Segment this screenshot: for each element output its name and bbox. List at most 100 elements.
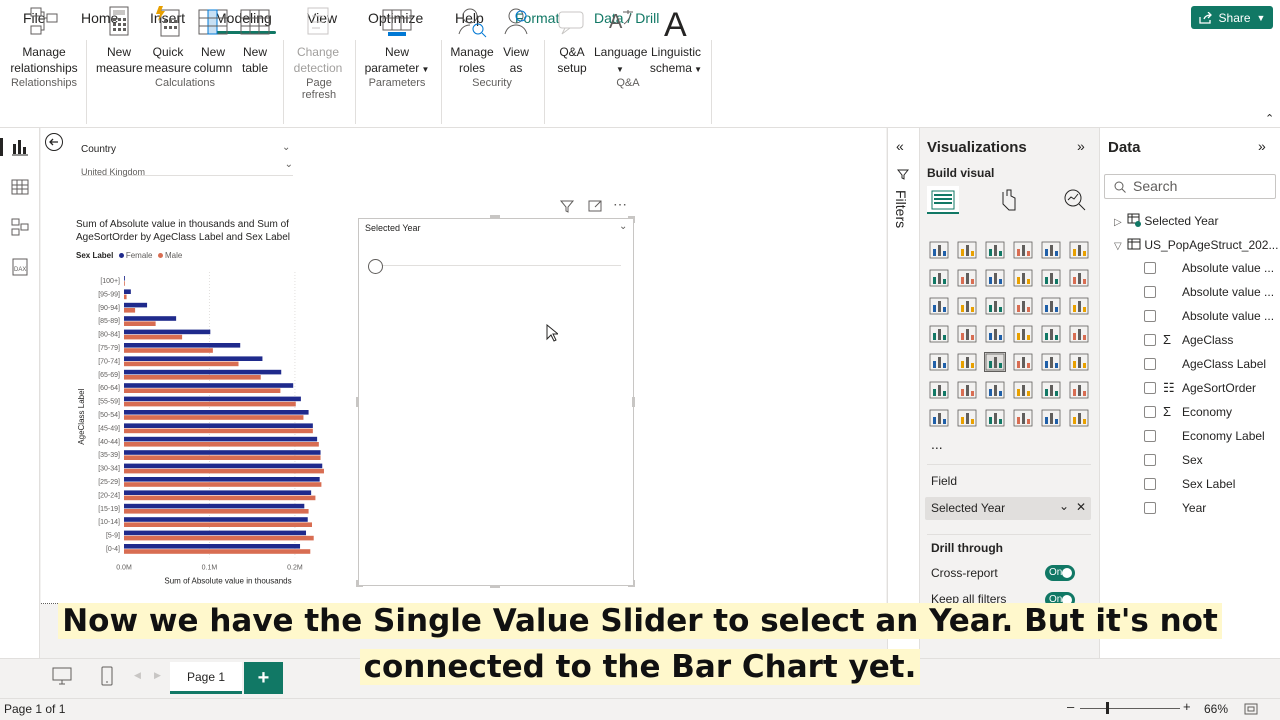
field-checkbox[interactable] [1144,358,1156,370]
slicer-visual-icon[interactable] [984,352,1006,372]
close-icon[interactable]: ✕ [1076,500,1086,514]
resize-handle[interactable] [356,580,363,587]
new-table-button[interactable]: New table [237,4,273,76]
analytics-icon[interactable] [1062,188,1088,212]
stacked-bar-visual-icon[interactable] [929,241,949,259]
share-button[interactable]: Share ▼ [1191,6,1273,29]
field-checkbox[interactable] [1144,310,1156,322]
chevron-down-icon[interactable]: ⌄ [1059,499,1069,513]
stacked-column-visual-icon[interactable] [957,241,977,259]
new-column-button[interactable]: New column [193,4,233,76]
python-visual-visual-icon[interactable] [929,381,949,399]
matrix-map-visual-icon[interactable] [929,325,949,343]
format-visual-icon[interactable] [997,188,1023,212]
field-item[interactable]: Economy Label [1182,429,1265,443]
chevron-down-icon[interactable]: ⌄ [282,142,290,153]
ribbon-visual-icon[interactable] [1013,269,1033,287]
power-apps-visual-icon[interactable] [957,409,977,427]
country-slicer[interactable]: Country ⌄ United Kingdom ⌄ [76,140,294,180]
filter-icon[interactable] [559,198,575,214]
chevron-down-icon[interactable]: ⌄ [619,221,627,232]
resize-handle[interactable] [632,397,635,407]
r-visual-visual-icon[interactable] [1069,353,1089,371]
table-selected-year[interactable]: ▷ Selected Year [1114,213,1218,228]
collapse-left-icon[interactable]: « [896,138,904,154]
map-visual-icon[interactable] [957,325,977,343]
clustered-column-visual-icon[interactable] [1013,241,1033,259]
zoom-slider-handle[interactable] [1106,702,1109,714]
resize-handle[interactable] [356,397,359,407]
filled-map-visual-icon[interactable] [985,325,1005,343]
chevron-visual-icon[interactable] [1069,409,1089,427]
waterfall-visual-icon[interactable] [1041,269,1061,287]
qa-setup-button[interactable]: Q&A setup [552,4,592,76]
treemap-visual-icon[interactable] [1069,297,1089,315]
more-visuals-icon[interactable]: ... [931,436,943,452]
quick-measure-button[interactable]: Quick measure [144,4,192,76]
report-view-icon[interactable] [11,138,29,156]
manage-roles-button[interactable]: Manage roles [449,4,495,76]
more-options-icon[interactable]: ⋯ [613,196,627,213]
model-view-icon[interactable] [11,218,29,236]
pie-visual-icon[interactable] [1013,297,1033,315]
field-item[interactable]: Sex [1182,453,1203,467]
line-column-visual-icon[interactable] [1069,269,1089,287]
zoom-in-icon[interactable]: + [1183,699,1191,714]
view-as-button[interactable]: View as [498,4,534,76]
multirow-card-visual-icon[interactable] [929,353,949,371]
slider-handle[interactable] [368,259,383,274]
new-measure-button[interactable]: New measure [96,4,143,76]
field-checkbox[interactable] [1144,382,1156,394]
kpi-visual-icon[interactable] [957,353,977,371]
field-item[interactable]: Absolute value ... [1182,261,1274,275]
change-detection-button[interactable]: Change detection [290,4,346,76]
table-visual-icon[interactable] [1013,353,1033,371]
resize-handle[interactable] [490,585,500,588]
field-item[interactable]: Economy [1182,405,1232,419]
table-view-icon[interactable] [11,178,29,196]
field-checkbox[interactable] [1144,334,1156,346]
decomposition-tree-visual-icon[interactable] [985,381,1005,399]
field-checkbox[interactable] [1144,454,1156,466]
trophy-visual-icon[interactable] [1069,381,1089,399]
field-checkbox[interactable] [1144,286,1156,298]
card-visual-icon[interactable] [1069,325,1089,343]
field-item[interactable]: AgeClass [1182,333,1233,347]
diamond-visual-icon[interactable] [1041,409,1061,427]
new-parameter-button[interactable]: New parameter ▼ [362,4,432,78]
field-well[interactable]: Selected Year ⌄ ✕ [925,497,1091,520]
field-checkbox[interactable] [1144,478,1156,490]
fit-to-page-icon[interactable] [1244,703,1258,715]
expand-right-icon[interactable]: » [1077,138,1085,154]
field-item[interactable]: Absolute value ... [1182,309,1274,323]
slider-visual[interactable]: Selected Year ⌄ [358,218,634,586]
slider-track[interactable] [375,265,621,266]
area-visual-icon[interactable] [957,269,977,287]
field-item[interactable]: AgeClass Label [1182,357,1266,371]
collapse-ribbon-icon[interactable]: ⌃ [1265,112,1274,125]
key-influencers-visual-icon[interactable] [957,381,977,399]
expand-right-icon[interactable]: » [1258,138,1266,154]
100-column-visual-icon[interactable] [1069,241,1089,259]
country-dropdown[interactable]: United Kingdom ⌄ [81,159,293,177]
dax-query-view-icon[interactable]: DAX [11,258,29,276]
filters-label[interactable]: Filters [893,190,909,228]
build-visual-tab[interactable] [927,186,959,214]
arcgis-visual-icon[interactable] [1013,409,1033,427]
donut-visual-icon[interactable] [1041,297,1061,315]
resize-handle[interactable] [628,216,635,223]
field-checkbox[interactable] [1144,262,1156,274]
cross-report-toggle[interactable]: On [1045,565,1075,581]
table-us-popagestruct[interactable]: ▽ US_PopAgeStruct_202... [1114,237,1278,252]
line-visual-icon[interactable] [929,269,949,287]
manage-relationships-button[interactable]: Manage relationships [8,4,80,76]
zoom-out-icon[interactable]: – [1067,699,1074,714]
100-bar-visual-icon[interactable] [1041,241,1061,259]
resize-handle[interactable] [628,580,635,587]
resize-handle[interactable] [490,215,500,218]
field-item[interactable]: Absolute value ... [1182,285,1274,299]
language-button[interactable]: A Language ▼ [594,4,647,78]
field-item[interactable]: AgeSortOrder [1182,381,1256,395]
scatter-visual-icon[interactable] [985,297,1005,315]
azure-map-visual-icon[interactable] [1013,325,1033,343]
